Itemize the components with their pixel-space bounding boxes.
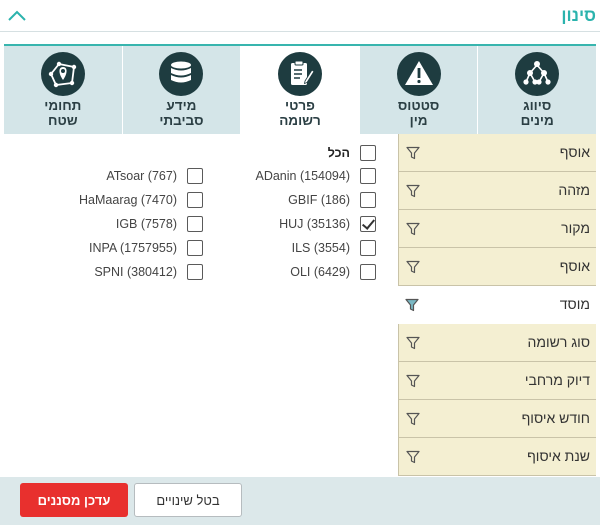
filter-category-item[interactable]: סוג רשומה — [398, 324, 596, 362]
institution-option[interactable]: ILS (3554) — [292, 239, 376, 257]
chevron-up-icon[interactable] — [6, 6, 28, 26]
tab-label: סיווג מינים — [520, 98, 554, 128]
option-label: הכל — [327, 146, 350, 160]
filter-category-label: שנת איסוף — [527, 448, 590, 464]
clipboard-edit-icon — [278, 52, 323, 96]
institution-option[interactable]: OLI (6429) — [290, 263, 376, 281]
institution-option[interactable]: ATsoar (767) — [106, 167, 203, 185]
update-filters-button[interactable]: עדכן מסננים — [20, 483, 128, 517]
institution-option[interactable]: INPA (1757955) — [89, 239, 203, 257]
institution-option[interactable]: GBIF (186) — [288, 191, 376, 209]
filter-icon — [406, 412, 420, 426]
divider — [0, 31, 600, 32]
taxonomy-tree-icon — [515, 52, 560, 96]
filter-category-label: מקור — [561, 220, 590, 236]
option-label: GBIF (186) — [288, 193, 350, 207]
option-label: INPA (1757955) — [88, 241, 177, 255]
filter-category-label: סוג רשומה — [527, 334, 590, 350]
page-title: סינון — [561, 6, 596, 25]
select-all-option[interactable]: הכל — [320, 144, 376, 162]
checkbox[interactable] — [187, 264, 203, 280]
tab-environmental-info[interactable]: מידע סביבתי — [121, 46, 241, 134]
filter-category-item[interactable]: שנת איסוף — [398, 438, 596, 476]
filter-icon — [406, 336, 420, 350]
institution-option[interactable]: HUJ (35136) — [279, 215, 376, 233]
tab-label: סטטוס מין — [397, 98, 440, 128]
warning-icon — [396, 52, 441, 96]
institution-option[interactable]: IGB (7578) — [116, 215, 203, 233]
option-label: ADanin (154094) — [255, 169, 350, 183]
filter-icon — [406, 260, 420, 274]
filter-category-label: מוסד — [559, 296, 590, 312]
institution-option[interactable]: HaMaarag (7470) — [79, 191, 203, 209]
checkbox-checked[interactable] — [360, 216, 376, 232]
option-label: SPNI (380412) — [94, 265, 177, 279]
filter-header: סינון — [0, 0, 600, 34]
option-label: HUJ (35136) — [279, 217, 350, 231]
tab-taxonomy[interactable]: סיווג מינים — [477, 46, 596, 134]
filter-category-item[interactable]: מקור — [398, 210, 596, 248]
filter-category-label: אוסף — [559, 258, 590, 274]
filter-category-label: אוסף — [559, 144, 590, 160]
tab-label: מידע סביבתי — [159, 98, 204, 128]
institution-option[interactable]: SPNI (380412) — [94, 263, 203, 281]
option-label: IGB (7578) — [115, 217, 177, 231]
footer-bar: בטל שינויים עדכן מסננים — [0, 477, 600, 525]
filter-category-label: מזהה — [558, 182, 590, 198]
filter-category-label: דיוק מרחבי — [524, 372, 590, 388]
filter-category-label: חודש איסוף — [521, 410, 590, 426]
filter-category-item[interactable]: מזהה — [398, 172, 596, 210]
filter-category-item[interactable]: מוסד — [398, 286, 596, 324]
category-tabs: סיווג מינים סטטוס מין פרטי רשומה מידע סב… — [4, 44, 596, 134]
checkbox[interactable] — [360, 168, 376, 184]
tab-area-zones[interactable]: תחומי שטח — [4, 46, 122, 134]
checkbox[interactable] — [187, 216, 203, 232]
tab-label: תחומי שטח — [44, 98, 82, 128]
tab-label: פרטי רשומה — [279, 98, 321, 128]
map-polygon-pin-icon — [40, 52, 85, 96]
cancel-changes-button[interactable]: בטל שינויים — [134, 483, 242, 517]
option-label: ATsoar (767) — [106, 169, 177, 183]
checkbox[interactable] — [187, 168, 203, 184]
filter-category-item[interactable]: דיוק מרחבי — [398, 362, 596, 400]
option-label: OLI (6429) — [290, 265, 350, 279]
checkbox[interactable] — [360, 145, 376, 161]
option-label: ILS (3554) — [291, 241, 350, 255]
filter-category-item[interactable]: אוסף — [398, 134, 596, 172]
filter-icon — [406, 222, 420, 236]
filter-icon — [406, 374, 420, 388]
tab-species-status[interactable]: סטטוס מין — [358, 46, 478, 134]
database-icon — [159, 52, 204, 96]
checkbox[interactable] — [187, 192, 203, 208]
filter-category-list: אוסף מזהה מקור אוסף מוסד סוג רשומה דיוק מרחבי ח… — [398, 134, 596, 477]
filter-icon — [406, 450, 420, 464]
filter-icon — [406, 146, 420, 160]
filter-category-item[interactable]: חודש איסוף — [398, 400, 596, 438]
checkbox[interactable] — [360, 264, 376, 280]
institution-option[interactable]: ADanin (154094) — [255, 167, 376, 185]
option-label: HaMaarag (7470) — [79, 193, 177, 207]
institution-options: הכל ADanin (154094) GBIF (186) HUJ (35136)… — [0, 135, 398, 475]
filter-category-item[interactable]: אוסף — [398, 248, 596, 286]
filter-active-icon — [405, 298, 419, 312]
checkbox[interactable] — [360, 240, 376, 256]
checkbox[interactable] — [360, 192, 376, 208]
checkbox[interactable] — [187, 240, 203, 256]
filter-icon — [406, 184, 420, 198]
tab-record-details[interactable]: פרטי רשומה — [240, 46, 359, 134]
